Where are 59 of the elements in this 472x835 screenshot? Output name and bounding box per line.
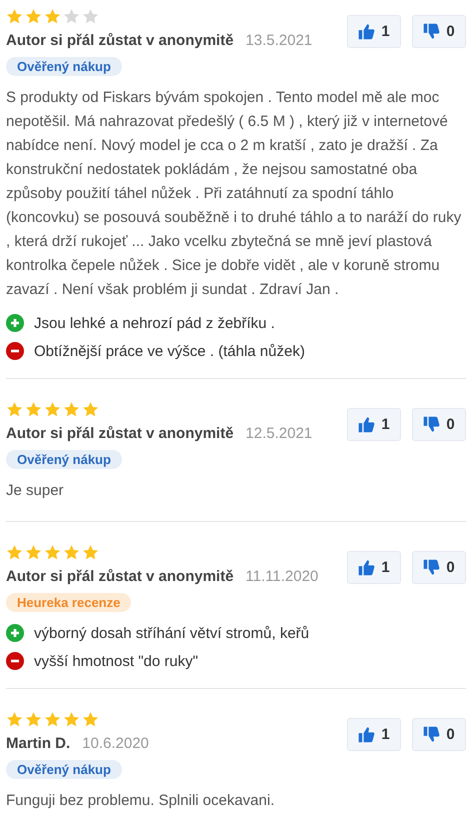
review-date: 10.6.2020: [82, 735, 149, 752]
downvote-button[interactable]: 0: [412, 718, 466, 751]
star-icon: [82, 401, 99, 418]
author-name: Autor si přál zůstat v anonymitě: [6, 425, 234, 442]
author-name: Martin D.: [6, 735, 70, 752]
upvote-button[interactable]: 1: [347, 408, 401, 441]
upvote-button[interactable]: 1: [347, 551, 401, 584]
star-icon: [63, 401, 80, 418]
verified-badge: Ověřený nákup: [6, 450, 122, 469]
con-text: vyšší hmotnost "do ruky": [34, 652, 198, 670]
review-date: 13.5.2021: [246, 32, 312, 49]
star-icon: [44, 711, 61, 728]
review-date: 11.11.2020: [246, 568, 318, 585]
review-source-badge: Heureka recenze: [6, 593, 132, 612]
star-icon: [6, 401, 23, 418]
downvote-button[interactable]: 0: [412, 551, 466, 584]
upvote-button[interactable]: 1: [347, 15, 401, 48]
star-icon: [6, 8, 23, 25]
star-icon: [25, 401, 42, 418]
minus-icon: [6, 652, 24, 670]
verified-badge: Ověřený nákup: [6, 57, 122, 76]
review-text: Funguji bez problemu. Splnili ocekavani.: [6, 791, 276, 811]
star-icon: [25, 711, 42, 728]
star-icon: [82, 8, 99, 25]
author-name: Autor si přál zůstat v anonymitě: [6, 568, 234, 585]
star-icon: [25, 544, 42, 561]
star-icon: [44, 8, 61, 25]
star-icon: [44, 544, 61, 561]
verified-badge: Ověřený nákup: [6, 760, 122, 779]
pro-text: výborný dosah stříhání větví stromů, keřů: [34, 624, 310, 642]
thumbs-down-icon: [423, 416, 440, 433]
review-text: S produkty od Fiskars bývám spokojen . Tento model mě ale moc nepotěšil. Má nahrazovat předešlý ( 6.5 M ) , který již v internetové nabídce není. Nový model je cca o 2 m kratší , zato je dražší . Za konstrukční nedostatek pokládám , že nejsou samostatné oba způsoby použití táhel nůžek . Při zatáhnutí za spodní táhlo (koncovku) se posouvá souběžně i to druhé táhlo a to naráží do ruky , která drží rukojeť ... Jako vcelku zbytečná se mně jeví plastová kontrolka čepele nůžek . Sice je dobře vidět , ale v koruně stromu zavazí . Není však problém ji sundat . Zdraví Jan .: [6, 88, 462, 300]
plus-icon: [6, 314, 24, 332]
review-date: 12.5.2021: [246, 425, 312, 442]
star-icon: [82, 544, 99, 561]
thumbs-down-icon: [423, 726, 440, 743]
plus-icon: [6, 624, 24, 642]
star-icon: [63, 544, 80, 561]
thumbs-up-icon: [358, 416, 376, 433]
minus-icon: [6, 342, 24, 360]
star-icon: [44, 401, 61, 418]
upvote-button[interactable]: 1: [347, 718, 401, 751]
thumbs-up-icon: [358, 726, 376, 743]
downvote-button[interactable]: 0: [412, 15, 466, 48]
author-name: Autor si přál zůstat v anonymitě: [6, 32, 234, 49]
star-icon: [82, 711, 99, 728]
review-text: Je super: [6, 481, 65, 501]
star-icon: [63, 8, 80, 25]
thumbs-up-icon: [358, 23, 376, 40]
con-text: Obtížnější práce ve výšce . (táhla nůžek): [34, 342, 305, 360]
pro-text: Jsou lehké a nehrozí pád z žebříku .: [34, 314, 275, 332]
star-icon: [25, 8, 42, 25]
star-icon: [6, 711, 23, 728]
thumbs-down-icon: [423, 559, 440, 576]
downvote-button[interactable]: 0: [412, 408, 466, 441]
star-icon: [6, 544, 23, 561]
star-icon: [63, 711, 80, 728]
thumbs-down-icon: [423, 23, 440, 40]
thumbs-up-icon: [358, 559, 376, 576]
